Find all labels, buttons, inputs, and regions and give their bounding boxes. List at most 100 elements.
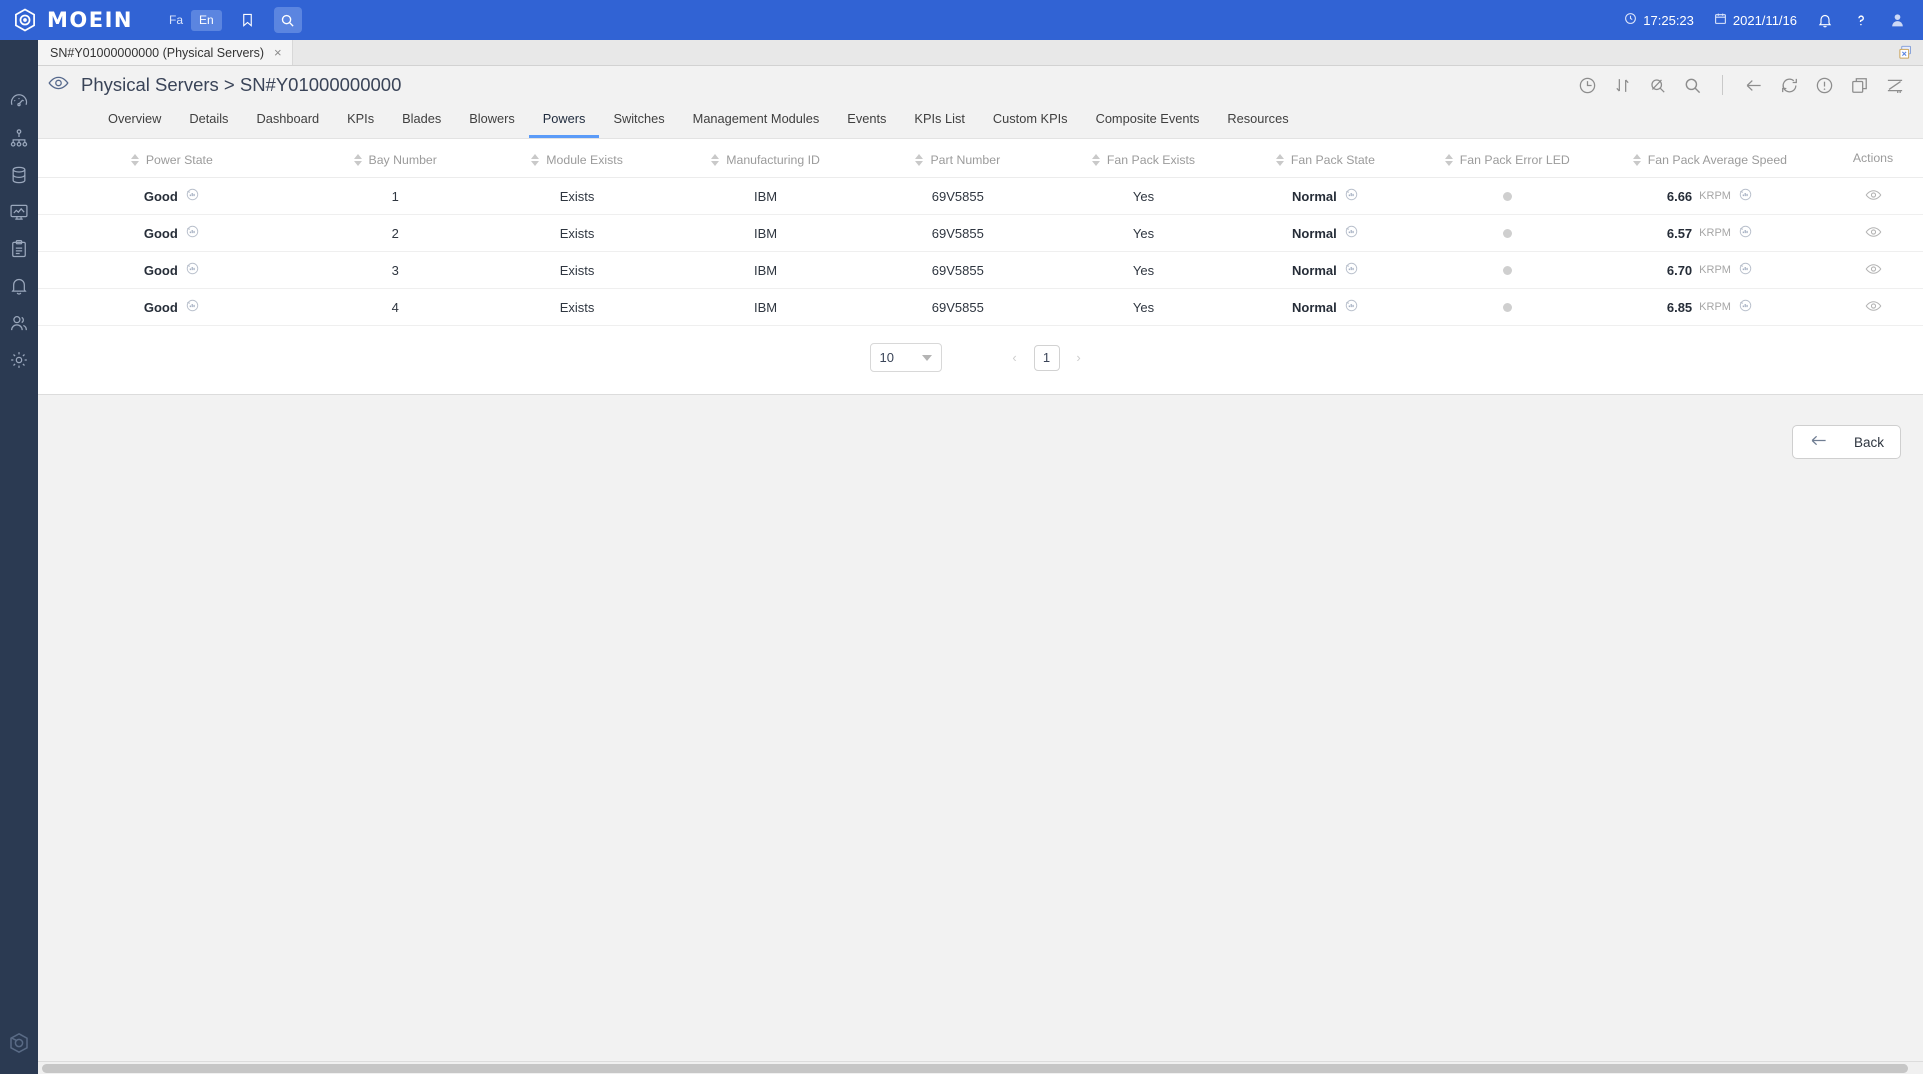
cell-actions[interactable] — [1823, 251, 1923, 289]
col-part-number[interactable]: Part Number — [861, 139, 1054, 178]
sidebar-item-alerts[interactable] — [0, 270, 38, 307]
app-header: MOEIN Fa En 17:25:23 2021/11/16 — [0, 0, 1923, 40]
scrollbar-thumb[interactable] — [42, 1064, 1909, 1073]
page-size-select[interactable]: 10 — [869, 343, 942, 372]
mini-chart-icon[interactable] — [1738, 298, 1753, 316]
user-avatar-icon[interactable] — [1889, 11, 1906, 29]
tab-resources[interactable]: Resources — [1213, 112, 1302, 138]
col-bay-number[interactable]: Bay Number — [305, 139, 485, 178]
bell-icon[interactable] — [1817, 12, 1833, 29]
sort-icon[interactable] — [1275, 154, 1284, 166]
col-fan-pack-state[interactable]: Fan Pack State — [1233, 139, 1418, 178]
cell-actions[interactable] — [1823, 288, 1923, 326]
tab-composite-events[interactable]: Composite Events — [1082, 112, 1214, 138]
sidebar-item-topology[interactable] — [0, 122, 38, 159]
mini-chart-icon[interactable] — [185, 224, 200, 242]
mini-chart-icon[interactable] — [1738, 224, 1753, 242]
sidebar-item-brand[interactable] — [0, 1027, 38, 1064]
tab-overview[interactable]: Overview — [94, 112, 175, 138]
tab-details[interactable]: Details — [175, 112, 242, 138]
speed-unit: KRPM — [1699, 301, 1731, 313]
search-icon[interactable] — [273, 7, 302, 33]
mini-chart-icon[interactable] — [1738, 261, 1753, 279]
mini-chart-icon[interactable] — [1344, 224, 1359, 242]
sidebar-item-users[interactable] — [0, 307, 38, 344]
eye-icon[interactable] — [1865, 262, 1882, 276]
speed-unit: KRPM — [1699, 227, 1731, 239]
sidebar-item-dashboards[interactable] — [0, 196, 38, 233]
col-fan-pack-average-speed[interactable]: Fan Pack Average Speed — [1596, 139, 1823, 178]
back-button[interactable]: Back — [1791, 425, 1901, 459]
chevron-down-icon[interactable] — [921, 354, 932, 361]
prev-page-button[interactable]: ‹ — [1002, 345, 1028, 371]
tab-dashboard[interactable]: Dashboard — [242, 112, 333, 138]
sidebar-item-monitoring[interactable] — [0, 85, 38, 122]
bookmark-icon[interactable] — [234, 7, 262, 33]
cell-actions[interactable] — [1823, 177, 1923, 215]
sort-icon[interactable] — [711, 154, 720, 166]
mini-chart-icon[interactable] — [1344, 261, 1359, 279]
tab-management-modules[interactable]: Management Modules — [679, 112, 834, 138]
language-switcher[interactable]: Fa En — [161, 9, 222, 31]
mini-chart-icon[interactable] — [185, 261, 200, 279]
tab-switches[interactable]: Switches — [599, 112, 678, 138]
search-off-icon[interactable] — [1648, 76, 1667, 95]
table-row[interactable]: Good 4 Exists IBM 69V5855 Yes Normal 6.8… — [38, 288, 1923, 326]
col-fan-pack-error-led[interactable]: Fan Pack Error LED — [1417, 139, 1597, 178]
mini-chart-icon[interactable] — [185, 298, 200, 316]
sort-icon[interactable] — [130, 154, 139, 166]
open-in-new-icon[interactable] — [1850, 76, 1869, 95]
tab-kpis[interactable]: KPIs — [333, 112, 388, 138]
mini-chart-icon[interactable] — [1344, 298, 1359, 316]
tab-blowers[interactable]: Blowers — [455, 112, 529, 138]
clock-history-icon[interactable] — [1578, 76, 1597, 95]
tab-kpis-list[interactable]: KPIs List — [900, 112, 979, 138]
question-mark-icon[interactable] — [1853, 12, 1869, 29]
refresh-icon[interactable] — [1780, 76, 1799, 95]
document-tab[interactable]: SN#Y01000000000 (Physical Servers) × — [38, 40, 293, 65]
eye-icon[interactable] — [1865, 299, 1882, 313]
eye-icon[interactable] — [1865, 188, 1882, 202]
sidebar-item-settings[interactable] — [0, 344, 38, 381]
table-row[interactable]: Good 1 Exists IBM 69V5855 Yes Normal 6.6… — [38, 177, 1923, 215]
page-number-button[interactable]: 1 — [1033, 344, 1060, 371]
tab-custom-kpis[interactable]: Custom KPIs — [979, 112, 1082, 138]
mini-chart-icon[interactable] — [1344, 187, 1359, 205]
cell-actions[interactable] — [1823, 214, 1923, 252]
cell-fan-pack-state: Normal — [1233, 214, 1418, 252]
col-manufacturing-id[interactable]: Manufacturing ID — [669, 139, 862, 178]
mini-chart-icon[interactable] — [185, 187, 200, 205]
sort-icon[interactable] — [1632, 154, 1641, 166]
sort-icon[interactable] — [1091, 154, 1100, 166]
eye-icon[interactable] — [1865, 225, 1882, 239]
trend-chart-icon[interactable] — [1885, 76, 1905, 95]
next-page-button[interactable]: › — [1066, 345, 1092, 371]
table-row[interactable]: Good 3 Exists IBM 69V5855 Yes Normal 6.7… — [38, 251, 1923, 289]
sidebar-item-inventory[interactable] — [0, 159, 38, 196]
close-icon[interactable]: × — [274, 45, 282, 60]
database-icon — [9, 165, 29, 190]
tab-events[interactable]: Events — [833, 112, 900, 138]
tab-powers[interactable]: Powers — [528, 112, 600, 138]
horizontal-scrollbar[interactable] — [38, 1061, 1923, 1074]
close-all-tabs-icon[interactable] — [1898, 45, 1913, 60]
sort-icon[interactable] — [531, 154, 540, 166]
sort-icon[interactable] — [353, 154, 362, 166]
info-circle-icon[interactable] — [1815, 76, 1834, 95]
col-fan-pack-exists[interactable]: Fan Pack Exists — [1053, 139, 1234, 178]
sort-arrows-icon[interactable] — [1613, 76, 1632, 95]
table-row[interactable]: Good 2 Exists IBM 69V5855 Yes Normal 6.5… — [38, 214, 1923, 252]
tab-blades[interactable]: Blades — [388, 112, 455, 138]
col-module-exists[interactable]: Module Exists — [484, 139, 670, 178]
sidebar-item-reports[interactable] — [0, 233, 38, 270]
col-power-state[interactable]: Power State — [38, 139, 306, 178]
lang-en-button[interactable]: En — [191, 9, 222, 31]
arrow-left-icon[interactable] — [1743, 76, 1764, 95]
search-icon[interactable] — [1683, 76, 1702, 95]
cell-power-state: Good — [38, 214, 306, 252]
sort-icon[interactable] — [915, 154, 924, 166]
brand[interactable]: MOEIN — [0, 7, 133, 33]
sort-icon[interactable] — [1444, 154, 1453, 166]
mini-chart-icon[interactable] — [1738, 187, 1753, 205]
lang-fa-button[interactable]: Fa — [161, 10, 191, 31]
